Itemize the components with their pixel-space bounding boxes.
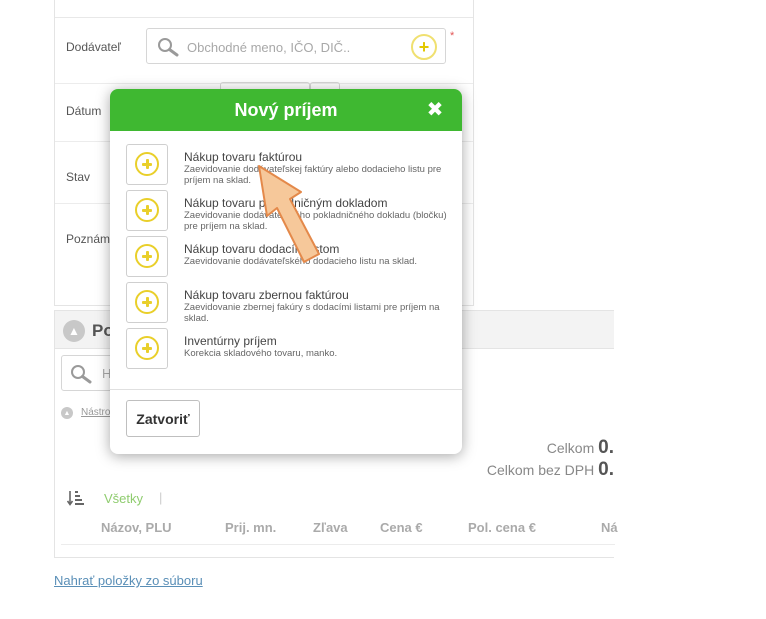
column-quantity[interactable]: Prij. mn. xyxy=(225,520,276,535)
option-description: Korekcia skladového tovaru, manko. xyxy=(184,348,338,359)
add-delivery-note-purchase-button[interactable] xyxy=(126,236,168,277)
total-value: 0. xyxy=(598,437,614,458)
total-no-vat-value: 0. xyxy=(598,459,614,480)
date-label: Dátum xyxy=(66,104,102,118)
add-collective-invoice-purchase-button[interactable] xyxy=(126,282,168,323)
total-no-vat-row: Celkom bez DPH 0. xyxy=(487,459,614,481)
search-icon xyxy=(158,38,179,57)
column-name[interactable]: Názov, PLU xyxy=(101,520,172,535)
supplier-label: Dodávateľ xyxy=(66,40,121,54)
plus-circle-icon xyxy=(135,244,159,268)
option-description: Zaevidovanie zbernej fakúry s dodacími l… xyxy=(184,302,440,324)
option-collective-invoice-purchase[interactable]: Nákup tovaru zbernou faktúrou Zaevidovan… xyxy=(124,282,454,326)
tools-toggle-icon[interactable]: ▲ xyxy=(61,407,73,419)
table-header-divider xyxy=(61,544,615,545)
search-icon xyxy=(71,365,92,384)
option-title: Nákup tovaru zbernou faktúrou xyxy=(184,288,349,302)
supplier-search-input[interactable]: Obchodné meno, IČO, DIČ.. + xyxy=(146,28,446,64)
plus-circle-icon xyxy=(135,336,159,360)
upload-items-link[interactable]: Nahrať položky zo súboru xyxy=(54,573,203,588)
filter-all[interactable]: Všetky xyxy=(104,491,143,506)
add-inventory-receipt-button[interactable] xyxy=(126,328,168,369)
status-label: Stav xyxy=(66,170,91,184)
dialog-header: Nový príjem ✖ xyxy=(110,89,462,131)
note-label: Poznám xyxy=(66,232,111,246)
plus-circle-icon xyxy=(135,198,159,222)
form-top-strip xyxy=(55,0,473,18)
total-label: Celkom xyxy=(546,440,595,456)
dialog-title: Nový príjem xyxy=(234,100,338,120)
new-receipt-dialog: Nový príjem ✖ Nákup tovaru faktúrou Zaev… xyxy=(110,89,462,454)
arrow-pointer-icon xyxy=(258,165,320,263)
column-more[interactable]: Ná xyxy=(601,520,618,535)
column-price[interactable]: Cena € xyxy=(380,520,423,535)
supplier-placeholder: Obchodné meno, IČO, DIČ.. xyxy=(187,40,351,55)
total-row: Celkom 0. xyxy=(547,437,614,459)
option-inventory-receipt[interactable]: Inventúrny príjem Korekcia skladového to… xyxy=(124,328,454,372)
chevron-up-icon[interactable]: ▲ xyxy=(63,320,85,342)
total-no-vat-label: Celkom bez DPH xyxy=(486,462,595,478)
close-icon[interactable]: ✖ xyxy=(424,99,446,121)
sort-icon[interactable] xyxy=(67,489,85,507)
add-invoice-purchase-button[interactable] xyxy=(126,144,168,185)
plus-circle-icon xyxy=(135,152,159,176)
required-marker: * xyxy=(450,30,455,42)
add-cash-receipt-purchase-button[interactable] xyxy=(126,190,168,231)
column-discount[interactable]: Zľava xyxy=(313,520,348,535)
dialog-footer-divider xyxy=(110,389,462,390)
plus-circle-icon xyxy=(135,290,159,314)
filter-separator: | xyxy=(159,490,163,505)
tools-link[interactable]: Nástro xyxy=(81,407,110,418)
column-item-price[interactable]: Pol. cena € xyxy=(468,520,536,535)
option-title: Inventúrny príjem xyxy=(184,334,277,348)
close-button[interactable]: Zatvoriť xyxy=(126,400,200,437)
add-supplier-icon[interactable]: + xyxy=(411,34,437,60)
